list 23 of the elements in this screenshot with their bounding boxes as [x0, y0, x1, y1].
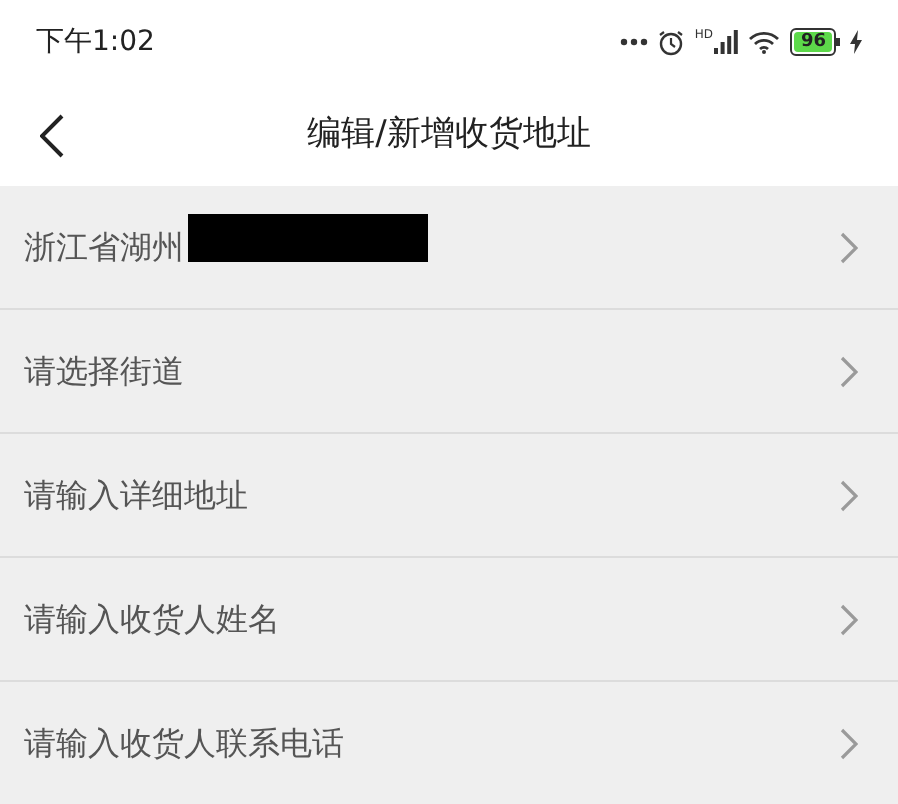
address-row[interactable]: 请输入收货人姓名 — [0, 558, 898, 682]
row-text: 浙江省湖州 — [24, 225, 184, 269]
chevron-icon — [840, 479, 858, 511]
address-row[interactable]: 浙江省湖州 — [0, 186, 898, 310]
chevron-icon — [840, 603, 858, 635]
row-text: 请输入详细地址 — [24, 473, 248, 517]
chevron-icon — [840, 355, 858, 387]
row-text: 请输入收货人联系电话 — [24, 721, 344, 765]
status-time: 下午1:02 — [36, 23, 155, 61]
charging-icon — [850, 30, 862, 54]
signal-icon — [714, 30, 739, 54]
address-row[interactable]: 请输入详细地址 — [0, 434, 898, 558]
row-text: 请选择街道 — [24, 349, 184, 393]
address-row[interactable]: 请输入收货人联系电话 — [0, 682, 898, 804]
more-dots-icon — [620, 38, 649, 46]
wifi-icon — [748, 30, 781, 54]
page-title: 编辑/新增收货地址 — [307, 111, 591, 158]
chevron-icon — [840, 231, 858, 263]
battery: 96 — [790, 28, 840, 56]
alarm-icon — [658, 29, 685, 55]
address-row[interactable]: 请选择街道 — [0, 310, 898, 434]
chevron-icon — [840, 727, 858, 759]
row-text: 请输入收货人姓名 — [24, 597, 280, 641]
